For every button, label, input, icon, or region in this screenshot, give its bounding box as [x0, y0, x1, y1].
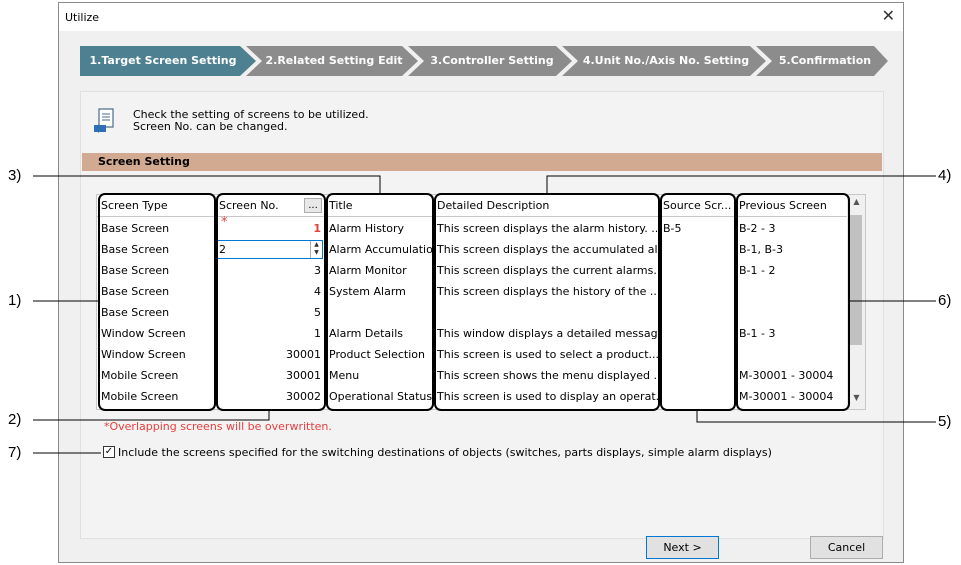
- cancel-button[interactable]: Cancel: [810, 536, 883, 559]
- callout-label-7: 7): [8, 444, 22, 461]
- callout-label-6: 6): [938, 292, 952, 309]
- callout-leaders: [33, 175, 936, 454]
- include-switch-destinations-checkbox[interactable]: ✓: [103, 446, 115, 458]
- include-switch-destinations-label[interactable]: Include the screens specified for the sw…: [118, 446, 772, 459]
- leader-5: [696, 411, 936, 423]
- callout-label-3: 3): [8, 167, 22, 184]
- leader-2: [33, 411, 270, 421]
- overwrite-warning: *Overlapping screens will be overwritten…: [104, 420, 332, 433]
- leader-4: [546, 175, 936, 193]
- callout-label-1: 1): [8, 292, 22, 309]
- callout-label-2: 2): [8, 411, 22, 428]
- cancel-button-label: Cancel: [827, 541, 866, 554]
- next-button-label: Next >: [663, 541, 702, 554]
- leader-3: [33, 175, 381, 193]
- callout-label-5: 5): [938, 413, 952, 430]
- callout-label-4: 4): [938, 167, 952, 184]
- next-button[interactable]: Next >: [646, 536, 719, 559]
